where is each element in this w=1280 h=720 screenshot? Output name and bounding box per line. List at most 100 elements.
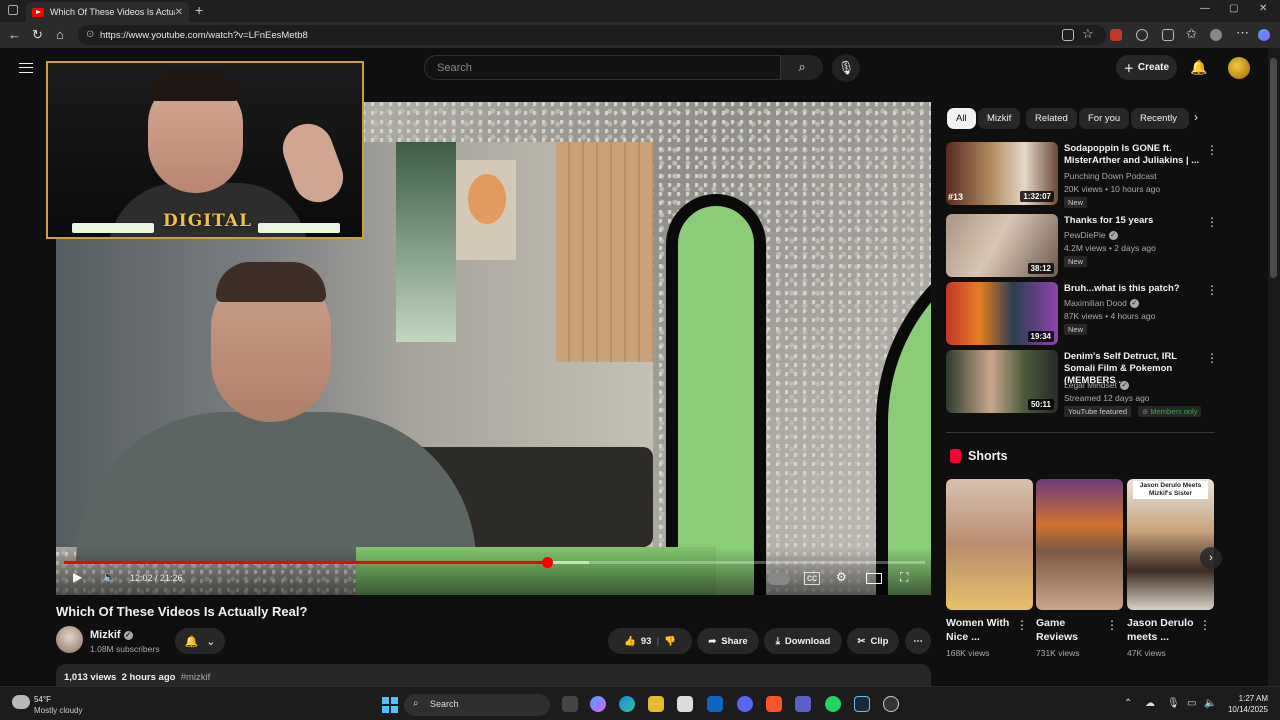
search-input[interactable]: Search bbox=[424, 55, 781, 80]
task-view-icon[interactable] bbox=[562, 696, 578, 712]
more-vertical-icon[interactable]: ⋮ bbox=[1199, 618, 1211, 632]
video-thumbnail[interactable]: 38:12 bbox=[946, 214, 1058, 277]
chip-all[interactable]: All bbox=[947, 108, 976, 129]
file-explorer-icon[interactable] bbox=[648, 696, 664, 712]
recommendation-channel[interactable]: PewDiePie ✓ bbox=[1064, 230, 1118, 241]
network-icon[interactable]: ▭ bbox=[1187, 698, 1196, 709]
recommendation-title[interactable]: Sodapoppin Is GONE ft. MisterArther and … bbox=[1064, 143, 1204, 167]
chip-recently[interactable]: Recently bbox=[1131, 108, 1189, 129]
hashtag-link[interactable]: #mizkif bbox=[181, 672, 211, 683]
channel-name[interactable]: Mizkif ✓ bbox=[90, 629, 133, 641]
chip-mizkif[interactable]: Mizkif bbox=[978, 108, 1021, 129]
more-vertical-icon[interactable]: ⋮ bbox=[1206, 143, 1218, 157]
more-actions-button[interactable]: ⋯ bbox=[905, 628, 931, 654]
progress-bar[interactable] bbox=[64, 557, 925, 568]
profile-icon[interactable] bbox=[1210, 29, 1222, 41]
progress-scrubber[interactable] bbox=[542, 557, 554, 568]
recommendation-title[interactable]: Thanks for 15 years bbox=[1064, 215, 1204, 227]
recommendation-channel[interactable]: Punching Down Podcast bbox=[1064, 171, 1157, 181]
discord-icon[interactable] bbox=[737, 696, 753, 712]
close-window-button[interactable]: ✕ bbox=[1259, 3, 1267, 14]
menu-hamburger-icon[interactable] bbox=[19, 63, 33, 73]
browser-tab[interactable]: Which Of These Videos Is Actually ✕ bbox=[26, 2, 189, 22]
site-info-icon[interactable]: ⊙ bbox=[86, 29, 94, 40]
chip-for-you[interactable]: For you bbox=[1079, 108, 1130, 129]
more-vertical-icon[interactable]: ⋮ bbox=[1206, 215, 1218, 229]
account-avatar[interactable] bbox=[1228, 57, 1250, 79]
notifications-bell-icon[interactable]: 🔔 bbox=[1190, 59, 1207, 76]
short-thumbnail[interactable]: Jason Derulo Meets Mizkif's Sister bbox=[1127, 479, 1214, 610]
voice-search-button[interactable]: 🎙 bbox=[832, 54, 860, 82]
video-thumbnail[interactable]: 19:34 bbox=[946, 282, 1058, 345]
theater-mode-icon[interactable] bbox=[866, 573, 882, 584]
back-arrow-icon[interactable]: ← bbox=[8, 27, 21, 42]
thumbs-down-icon[interactable]: 👎 bbox=[664, 636, 676, 647]
home-icon[interactable]: ⌂ bbox=[56, 27, 64, 42]
copilot-icon[interactable] bbox=[590, 696, 606, 712]
microphone-icon[interactable]: 🎙 bbox=[1167, 698, 1180, 709]
settings-gear-icon[interactable] bbox=[883, 696, 899, 712]
video-thumbnail[interactable]: #13 1:32:07 bbox=[946, 142, 1058, 205]
create-button[interactable]: ＋ Create bbox=[1116, 55, 1177, 80]
maximize-button[interactable]: ▢ bbox=[1229, 3, 1238, 14]
steam-icon[interactable] bbox=[854, 696, 870, 712]
scrollbar-thumb[interactable] bbox=[1270, 58, 1277, 278]
store-icon[interactable] bbox=[677, 696, 693, 712]
extension-icon[interactable] bbox=[1110, 29, 1122, 41]
more-vertical-icon[interactable]: ⋮ bbox=[1106, 618, 1118, 632]
copilot-icon[interactable] bbox=[1258, 29, 1270, 41]
outlook-icon[interactable] bbox=[707, 696, 723, 712]
chip-related[interactable]: Related bbox=[1026, 108, 1077, 129]
search-button[interactable]: ⌕ bbox=[781, 55, 823, 80]
more-vertical-icon[interactable]: ⋮ bbox=[1016, 618, 1028, 632]
app-available-icon[interactable] bbox=[1062, 29, 1074, 41]
reload-icon[interactable]: ↻ bbox=[32, 27, 43, 43]
play-icon[interactable]: ▶ bbox=[73, 570, 82, 584]
share-button[interactable]: ➦ Share bbox=[697, 628, 759, 654]
short-thumbnail[interactable] bbox=[946, 479, 1033, 610]
fullscreen-icon[interactable]: ⛶ bbox=[900, 570, 908, 585]
minimize-button[interactable]: — bbox=[1200, 3, 1210, 14]
channel-avatar[interactable] bbox=[56, 626, 83, 653]
recommendation-title[interactable]: Bruh...what is this patch? bbox=[1064, 283, 1204, 295]
weather-temperature[interactable]: 54°F bbox=[34, 695, 51, 704]
tab-actions-icon[interactable] bbox=[8, 5, 18, 15]
more-vertical-icon[interactable]: ⋮ bbox=[1206, 283, 1218, 297]
clip-button[interactable]: ✂ Clip bbox=[847, 628, 899, 654]
new-tab-button[interactable]: + bbox=[195, 2, 203, 18]
favorite-star-icon[interactable]: ☆ bbox=[1082, 26, 1094, 42]
video-thumbnail[interactable]: 50:11 bbox=[946, 350, 1058, 413]
notification-bell-button[interactable]: 🔔 ⌄ bbox=[175, 628, 225, 654]
edge-browser-icon[interactable] bbox=[619, 696, 635, 712]
short-title[interactable]: Women With Nice ... bbox=[946, 616, 1018, 644]
volume-icon[interactable]: 🔈 bbox=[1204, 698, 1216, 709]
extensions-puzzle-icon[interactable] bbox=[1136, 29, 1148, 41]
short-title[interactable]: Game Reviews bbox=[1036, 616, 1108, 644]
teams-icon[interactable] bbox=[795, 696, 811, 712]
url-field[interactable]: ⊙ https://www.youtube.com/watch?v=LFnEes… bbox=[78, 25, 1106, 45]
like-button[interactable]: 👍 93 bbox=[624, 636, 651, 647]
short-thumbnail[interactable] bbox=[1036, 479, 1123, 610]
spotify-icon[interactable] bbox=[825, 696, 841, 712]
recommendation-channel[interactable]: Maximilian Dood ✓ bbox=[1064, 298, 1139, 309]
download-button[interactable]: ⤓ Download bbox=[764, 628, 842, 654]
more-vertical-icon[interactable]: ⋮ bbox=[1206, 351, 1218, 365]
short-title[interactable]: Jason Derulo meets ... bbox=[1127, 616, 1199, 644]
windows-start-icon[interactable] bbox=[382, 697, 398, 713]
system-clock[interactable]: 1:27 AM 10/14/2025 bbox=[1224, 693, 1268, 715]
favorites-icon[interactable]: ✩ bbox=[1186, 26, 1197, 42]
onedrive-cloud-icon[interactable]: ☁ bbox=[1145, 698, 1155, 709]
subtitles-icon[interactable]: cc bbox=[804, 572, 820, 585]
show-hidden-icons-chevron-icon[interactable]: ⌃ bbox=[1124, 698, 1132, 709]
taskbar-search[interactable]: ⌕ Search bbox=[404, 694, 550, 716]
volume-icon[interactable]: 🔈 bbox=[102, 570, 117, 584]
cloud-weather-icon[interactable] bbox=[12, 695, 30, 709]
split-screen-icon[interactable] bbox=[1162, 29, 1174, 41]
brave-icon[interactable] bbox=[766, 696, 782, 712]
close-tab-icon[interactable]: ✕ bbox=[175, 7, 183, 18]
more-menu-icon[interactable]: ⋯ bbox=[1236, 25, 1249, 41]
settings-gear-icon[interactable]: ⚙ bbox=[836, 570, 847, 584]
recommendation-channel[interactable]: Legal Mindset ✓ bbox=[1064, 380, 1129, 391]
shorts-next-chevron-icon[interactable]: › bbox=[1200, 547, 1222, 569]
autoplay-toggle[interactable] bbox=[768, 573, 790, 585]
